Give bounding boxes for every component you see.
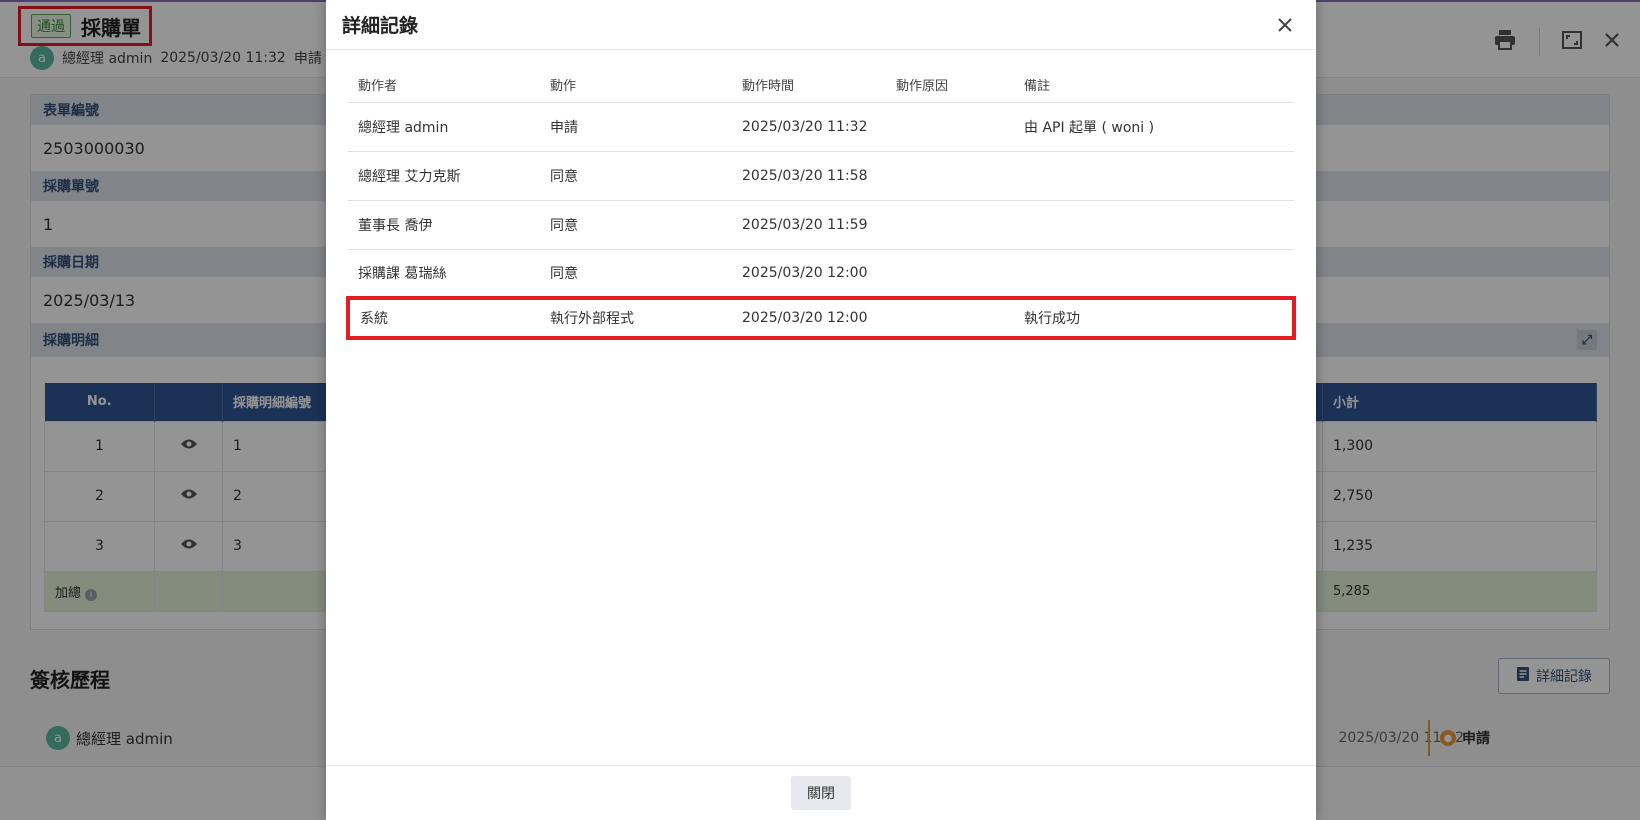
log-note: [1014, 249, 1294, 299]
log-reason: [886, 151, 1014, 201]
close-icon[interactable]: [1272, 12, 1298, 38]
log-time: 2025/03/20 12:00: [732, 296, 886, 340]
log-action: 同意: [540, 200, 732, 250]
log-note: 執行成功: [1014, 296, 1296, 340]
column-header-note: 備註: [1014, 68, 1294, 103]
log-action: 同意: [540, 249, 732, 299]
table-row-highlighted: 系統 執行外部程式 2025/03/20 12:00 執行成功: [346, 296, 1296, 340]
column-header-time: 動作時間: [732, 68, 886, 103]
table-row: 採購課 葛瑞絲 同意 2025/03/20 12:00: [348, 249, 1294, 299]
log-reason: [886, 102, 1014, 152]
log-reason: [886, 296, 1014, 340]
log-actor: 董事長 喬伊: [348, 200, 540, 250]
column-header-action: 動作: [540, 68, 732, 103]
log-time: 2025/03/20 11:58: [732, 151, 886, 201]
log-actor: 系統: [346, 296, 540, 340]
log-actor: 總經理 admin: [348, 102, 540, 152]
log-action: 申請: [540, 102, 732, 152]
modal-footer: 關閉: [326, 765, 1316, 820]
log-time: 2025/03/20 11:32: [732, 102, 886, 152]
table-row: 總經理 艾力克斯 同意 2025/03/20 11:58: [348, 151, 1294, 201]
modal-header: 詳細記錄: [326, 0, 1316, 50]
log-reason: [886, 200, 1014, 250]
log-time: 2025/03/20 11:59: [732, 200, 886, 250]
close-button[interactable]: 關閉: [791, 776, 851, 810]
log-note: 由 API 起單 ( woni ): [1014, 102, 1294, 152]
log-actor: 採購課 葛瑞絲: [348, 249, 540, 299]
modal-title: 詳細記錄: [342, 15, 419, 37]
log-action: 執行外部程式: [540, 296, 732, 340]
log-table: 動作者 動作 動作時間 動作原因 備註 總經理 admin 申請 2025/03…: [346, 68, 1296, 340]
column-header-actor: 動作者: [348, 68, 540, 103]
column-header-reason: 動作原因: [886, 68, 1014, 103]
table-row: 總經理 admin 申請 2025/03/20 11:32 由 API 起單 (…: [348, 102, 1294, 152]
detail-log-modal: 詳細記錄 動作者 動作 動作時間 動作原因 備註 總經理 admin 申請 20…: [326, 0, 1316, 820]
log-actor: 總經理 艾力克斯: [348, 151, 540, 201]
log-reason: [886, 249, 1014, 299]
log-time: 2025/03/20 12:00: [732, 249, 886, 299]
log-note: [1014, 200, 1294, 250]
log-action: 同意: [540, 151, 732, 201]
table-row: 董事長 喬伊 同意 2025/03/20 11:59: [348, 200, 1294, 250]
log-note: [1014, 151, 1294, 201]
